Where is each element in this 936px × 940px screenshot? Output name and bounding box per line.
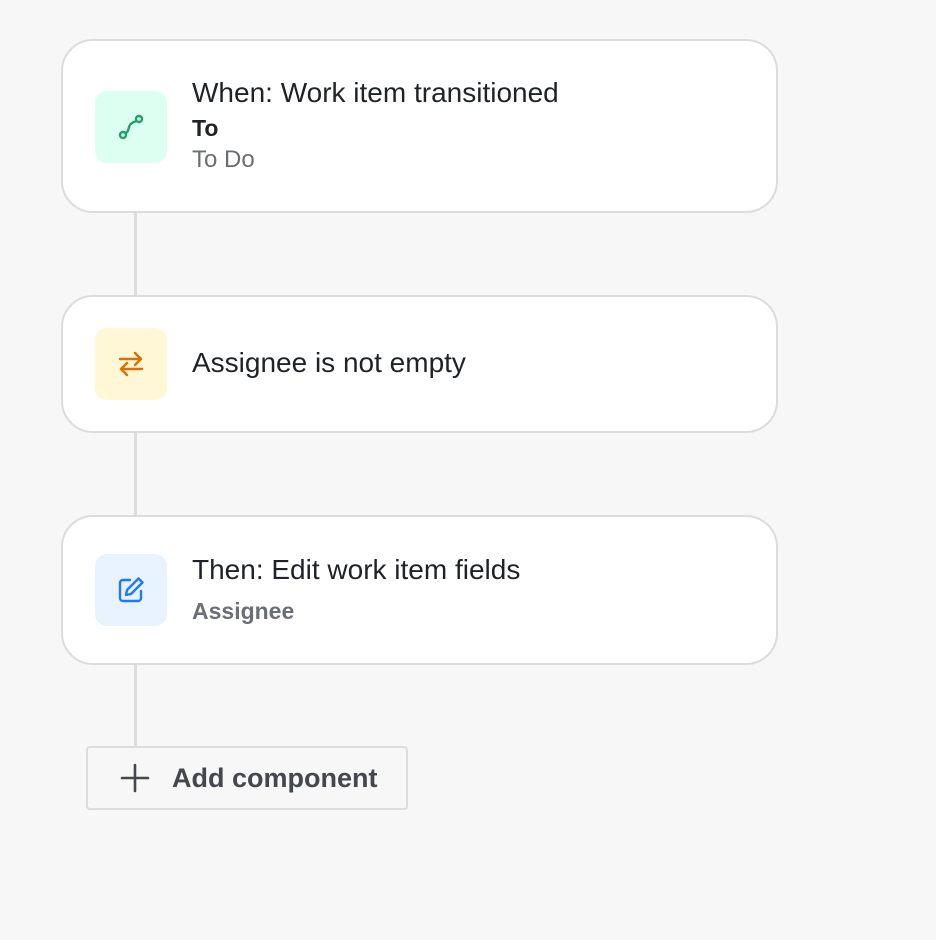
condition-title: Assignee is not empty — [192, 347, 466, 378]
action-title: Then: Edit work item fields — [192, 554, 521, 585]
trigger-card[interactable]: When: Work item transitioned To To Do — [61, 39, 778, 213]
add-component-button[interactable]: Add component — [86, 746, 408, 810]
trigger-field-label: To — [192, 115, 219, 141]
trigger-text: When: Work item transitioned To To Do — [192, 76, 559, 175]
condition-icon-box — [95, 328, 167, 400]
automation-rule-canvas: When: Work item transitioned To To Do As… — [0, 0, 936, 940]
connector-line — [134, 212, 137, 296]
branch-path-icon — [118, 114, 144, 140]
condition-text: Assignee is not empty — [192, 346, 466, 380]
trigger-field-value: To Do — [192, 146, 255, 173]
trigger-icon-box — [95, 91, 167, 163]
connector-line — [134, 664, 137, 748]
add-component-label: Add component — [172, 762, 378, 793]
trigger-title: When: Work item transitioned — [192, 77, 559, 108]
edit-icon — [118, 577, 144, 603]
plus-icon — [120, 763, 150, 793]
connector-line — [134, 432, 137, 516]
swap-arrows-icon — [118, 351, 144, 377]
action-card[interactable]: Then: Edit work item fields Assignee — [61, 515, 778, 665]
action-icon-box — [95, 554, 167, 626]
action-text: Then: Edit work item fields Assignee — [192, 553, 520, 626]
action-field: Assignee — [192, 598, 295, 624]
condition-card[interactable]: Assignee is not empty — [61, 295, 778, 433]
